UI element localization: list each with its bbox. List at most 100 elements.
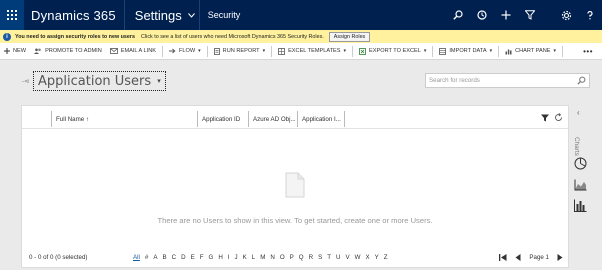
chevron-down-icon: ▾: [157, 77, 161, 85]
nav-icon-group: [446, 0, 602, 30]
view-selector[interactable]: Application Users ▾: [33, 71, 166, 91]
info-icon: i: [3, 32, 11, 41]
jump-letter[interactable]: J: [235, 254, 238, 261]
waffle-icon[interactable]: [0, 0, 24, 30]
history-icon[interactable]: [470, 0, 494, 30]
page-indicator: Page 1: [529, 253, 549, 261]
chevron-down-icon: ▾: [198, 48, 201, 54]
alphabet-jump-bar: All # A B C D E F G H I J K L M N O P Q R S T U V W X Y Z: [133, 254, 388, 261]
jump-letter[interactable]: M: [260, 254, 265, 261]
command-separator: [432, 45, 434, 57]
export-to-excel-button[interactable]: EXPORT TO EXCEL ▾: [355, 43, 430, 60]
filter-icon[interactable]: [518, 0, 542, 30]
column-azure-ad-object-id[interactable]: Azure AD Obj...: [248, 111, 297, 127]
more-commands-button[interactable]: •••: [579, 43, 602, 60]
column-label: Azure AD Obj...: [253, 115, 296, 123]
view-title: Application Users: [38, 73, 152, 89]
refresh-icon[interactable]: [554, 113, 563, 122]
chevron-down-icon: [187, 12, 195, 18]
pin-view-icon[interactable]: -⊲: [22, 78, 29, 85]
jump-letter[interactable]: B: [162, 254, 166, 261]
help-icon[interactable]: [578, 0, 602, 30]
next-page-icon[interactable]: [557, 253, 563, 261]
run-report-button[interactable]: RUN REPORT ▾: [210, 43, 269, 60]
email-link-button[interactable]: EMAIL A LINK: [106, 43, 160, 60]
chevron-down-icon: ▾: [489, 48, 493, 54]
filter-icon[interactable]: [541, 114, 549, 122]
excel-templates-button[interactable]: EXCEL TEMPLATES ▾: [274, 43, 350, 60]
new-button[interactable]: NEW: [0, 43, 30, 60]
first-page-icon[interactable]: [499, 253, 507, 261]
jump-letter[interactable]: N: [270, 254, 274, 261]
promote-label: PROMOTE TO ADMIN: [45, 48, 102, 54]
chevron-down-icon: ▾: [423, 48, 427, 54]
column-label: Application I...: [302, 115, 341, 123]
plus-icon[interactable]: [494, 0, 518, 30]
jump-letter[interactable]: A: [153, 254, 157, 261]
jump-letter[interactable]: E: [191, 254, 195, 261]
jump-letter[interactable]: O: [280, 254, 285, 261]
column-application-id-uri[interactable]: Application I...: [297, 111, 345, 127]
column-full-name[interactable]: Full Name ↑: [51, 111, 197, 127]
notification-link[interactable]: Click to see a list of users who need Mi…: [141, 34, 324, 40]
command-separator: [271, 45, 273, 57]
settings-menu[interactable]: Settings: [125, 8, 199, 23]
search-icon[interactable]: [446, 0, 470, 30]
jump-letter-all[interactable]: All: [133, 254, 140, 261]
command-separator: [562, 45, 564, 57]
jump-letter[interactable]: #: [145, 254, 148, 261]
flow-button[interactable]: FLOW ▾: [165, 43, 205, 60]
charts-label[interactable]: Charts: [573, 137, 580, 156]
export-icon: [359, 47, 366, 55]
record-count: 0 - 0 of 0 (0 selected): [29, 253, 88, 261]
chart-pane-button[interactable]: CHART PANE ▾: [501, 43, 560, 60]
excel-templates-label: EXCEL TEMPLATES: [288, 48, 341, 54]
jump-letter[interactable]: G: [208, 254, 213, 261]
command-separator: [352, 45, 354, 57]
notification-title: You need to assign security roles to new…: [15, 33, 136, 40]
email-link-label: EMAIL A LINK: [120, 48, 156, 54]
jump-letter[interactable]: T: [327, 254, 331, 261]
search-placeholder: Search for records: [429, 77, 480, 84]
new-label: NEW: [13, 48, 27, 54]
app-title[interactable]: Dynamics 365: [24, 8, 124, 23]
previous-page-icon[interactable]: [515, 253, 521, 261]
jump-letter[interactable]: Q: [299, 254, 304, 261]
jump-letter[interactable]: U: [336, 254, 340, 261]
search-icon[interactable]: [577, 76, 586, 85]
jump-letter[interactable]: H: [218, 254, 222, 261]
jump-letter[interactable]: F: [200, 254, 204, 261]
jump-letter[interactable]: L: [252, 254, 255, 261]
jump-letter[interactable]: S: [318, 254, 322, 261]
command-separator: [498, 45, 500, 57]
page-scrollbar[interactable]: [593, 60, 602, 268]
jump-letter[interactable]: K: [243, 254, 247, 261]
jump-letter[interactable]: W: [355, 254, 361, 261]
jump-letter[interactable]: Y: [375, 254, 379, 261]
gear-icon[interactable]: [554, 0, 578, 30]
chevron-left-icon[interactable]: ‹: [577, 108, 580, 117]
import-data-button[interactable]: IMPORT DATA ▾: [435, 43, 496, 60]
excel-icon: [278, 47, 285, 55]
jump-letter[interactable]: R: [309, 254, 313, 261]
bar-chart-icon[interactable]: [574, 199, 587, 212]
email-link-icon: [109, 48, 118, 54]
records-grid: Full Name ↑ Application ID Azure AD Obj.…: [21, 105, 569, 268]
jump-letter[interactable]: I: [228, 254, 230, 261]
command-bar: NEW PROMOTE TO ADMIN EMAIL A LINK FLOW ▾…: [0, 43, 602, 60]
column-application-id[interactable]: Application ID: [197, 111, 248, 127]
jump-letter[interactable]: D: [181, 254, 185, 261]
area-chart-icon[interactable]: [574, 179, 587, 191]
jump-letter[interactable]: C: [172, 254, 176, 261]
people-icon: [34, 48, 41, 54]
search-input[interactable]: Search for records: [425, 73, 590, 88]
jump-letter[interactable]: Z: [384, 254, 388, 261]
area-label[interactable]: Security: [200, 10, 241, 20]
assign-roles-button[interactable]: Assign Roles: [328, 31, 371, 42]
pie-chart-icon[interactable]: [574, 157, 587, 170]
jump-letter[interactable]: P: [290, 254, 294, 261]
jump-letter[interactable]: V: [345, 254, 349, 261]
jump-letter[interactable]: X: [365, 254, 369, 261]
promote-to-admin-button[interactable]: PROMOTE TO ADMIN: [30, 43, 106, 60]
empty-message: There are no Users to show in this view.…: [157, 216, 433, 225]
